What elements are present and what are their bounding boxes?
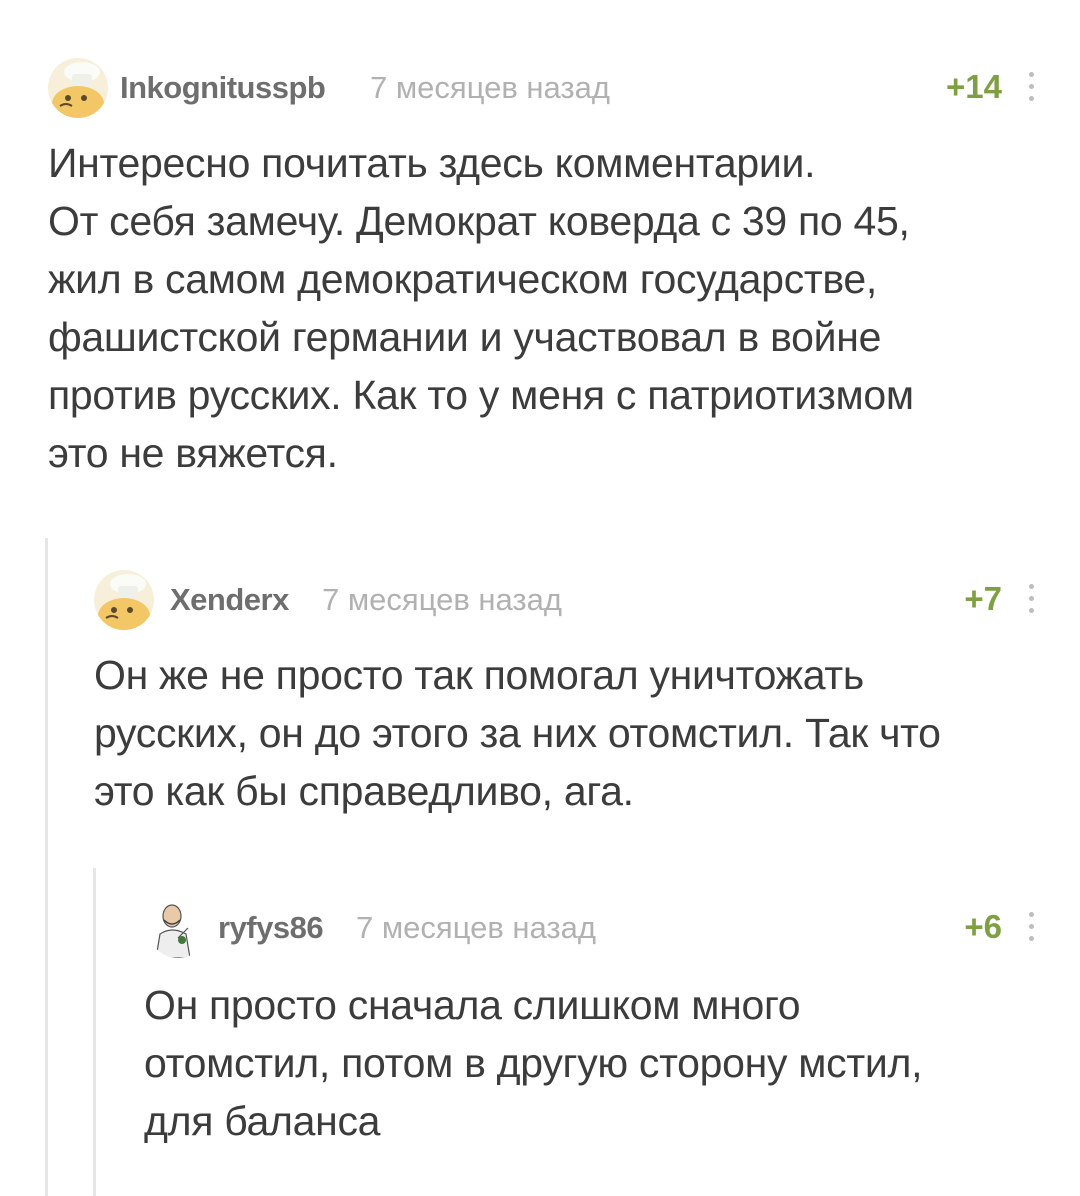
rating: +7 [964, 580, 1002, 617]
avatar[interactable] [94, 570, 154, 630]
username[interactable]: Xenderx [170, 582, 289, 618]
thread-line-level-2 [93, 868, 96, 1196]
comment-header: Inkognitusspb 7 месяцев назад +14 [48, 58, 1048, 122]
comment-text: Интересно почитать здесь комментарии. От… [48, 140, 914, 476]
more-options-icon[interactable] [1026, 72, 1036, 106]
username[interactable]: Inkognitusspb [120, 70, 326, 106]
comment: Xenderx 7 месяцев назад +7 Он же не прос… [94, 570, 1048, 830]
comment-text: Он же не просто так помогал уничтожать р… [94, 652, 941, 814]
username[interactable]: ryfys86 [218, 910, 324, 946]
thread-line-level-1 [45, 538, 48, 1196]
more-options-icon[interactable] [1026, 584, 1036, 618]
cartoon-man-icon [148, 898, 208, 958]
comment: ryfys86 7 месяцев назад +6 Он просто сна… [144, 898, 1048, 1158]
more-options-icon[interactable] [1026, 912, 1036, 946]
timestamp[interactable]: 7 месяцев назад [322, 582, 562, 618]
avatar[interactable] [48, 58, 108, 118]
chef-hat-icon [94, 570, 154, 630]
avatar[interactable] [148, 898, 208, 958]
comment-header: Xenderx 7 месяцев назад +7 [94, 570, 1048, 634]
timestamp[interactable]: 7 месяцев назад [356, 910, 596, 946]
rating: +6 [964, 908, 1002, 945]
timestamp[interactable]: 7 месяцев назад [370, 70, 610, 106]
chef-hat-icon [48, 58, 108, 118]
rating: +14 [946, 68, 1002, 105]
comment: Inkognitusspb 7 месяцев назад +14 Интере… [48, 58, 1048, 498]
comment-header: ryfys86 7 месяцев назад +6 [144, 898, 1048, 962]
comment-text: Он просто сначала слишком много отомстил… [144, 982, 923, 1144]
